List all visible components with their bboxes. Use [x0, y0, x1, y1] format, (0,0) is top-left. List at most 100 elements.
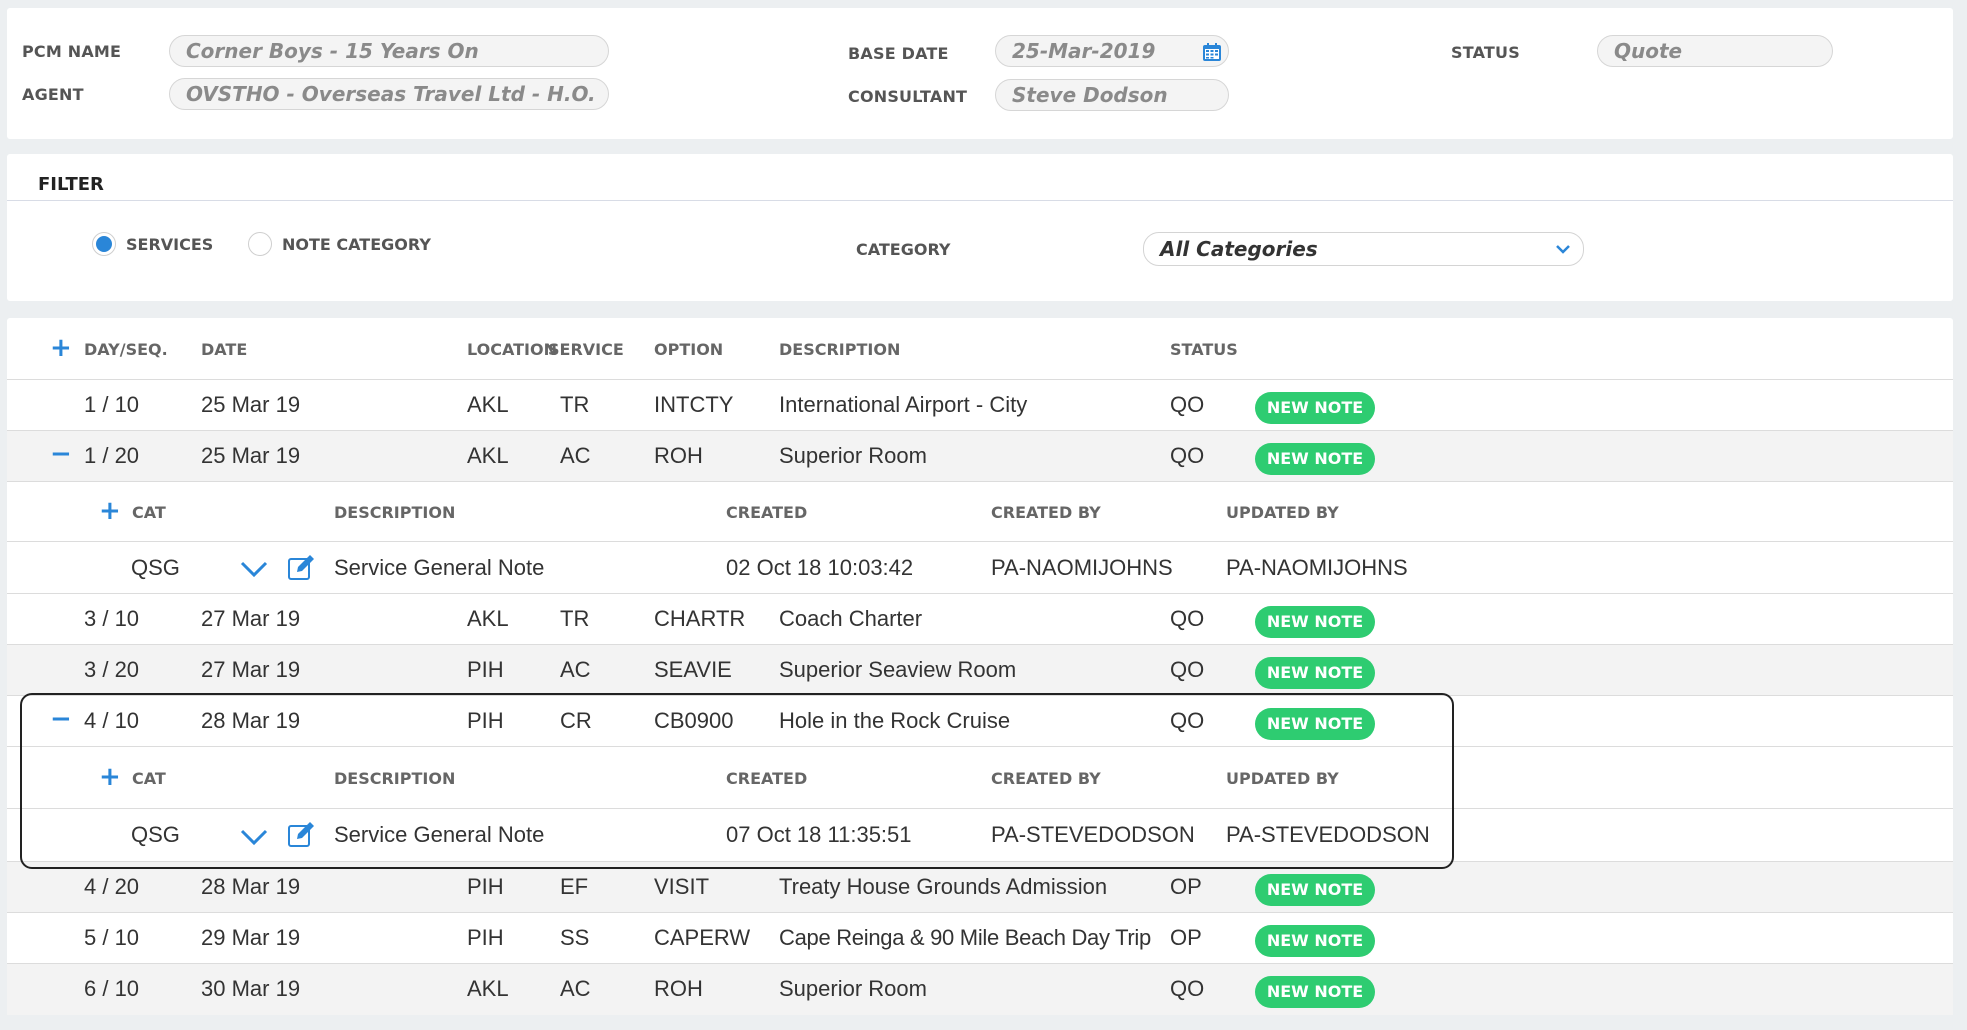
chevron-down-icon[interactable] [239, 559, 269, 579]
agent-label: AGENT [22, 85, 84, 104]
table-row[interactable]: − 1 / 20 25 Mar 19 AKL AC ROH Superior R… [7, 431, 1953, 482]
row-location: PIH [467, 708, 504, 733]
base-date-field[interactable]: 25-Mar-2019 [995, 35, 1229, 67]
row-day-seq: 3 / 10 [84, 606, 140, 631]
new-note-button[interactable]: NEW NOTE [1255, 443, 1375, 475]
row-option: CB0900 [654, 708, 734, 733]
col-status: STATUS [1170, 340, 1238, 359]
note-row[interactable]: QSG Service General Note 02 Oct 18 10:03… [7, 542, 1953, 594]
collapse-button[interactable]: − [50, 441, 72, 467]
row-status: QO [1170, 976, 1205, 1001]
row-date: 29 Mar 19 [201, 925, 301, 950]
table-row[interactable]: 1 / 10 25 Mar 19 AKL TR INTCTY Internati… [7, 380, 1953, 431]
services-radio[interactable] [92, 232, 116, 256]
row-option: CAPERW [654, 925, 751, 950]
note-header-row: + CAT DESCRIPTION CREATED CREATED BY UPD… [7, 747, 1953, 809]
row-status: QO [1170, 392, 1205, 417]
collapse-button[interactable]: − [50, 706, 72, 732]
col-day-seq: DAY/SEQ. [84, 340, 168, 359]
row-service: SS [560, 925, 590, 950]
table-row[interactable]: 5 / 10 29 Mar 19 PIH SS CAPERW Cape Rein… [7, 913, 1953, 964]
expand-all-button[interactable]: + [50, 335, 72, 361]
status-field[interactable]: Quote [1597, 35, 1833, 67]
edit-icon[interactable] [287, 821, 317, 849]
table-header-row: + DAY/SEQ. DATE LOCATION SERVICE OPTION … [7, 318, 1953, 380]
row-location: AKL [467, 606, 509, 631]
note-row[interactable]: QSG Service General Note 07 Oct 18 11:35… [7, 809, 1953, 862]
consultant-field[interactable]: Steve Dodson [995, 79, 1229, 111]
table-row[interactable]: 4 / 20 28 Mar 19 PIH EF VISIT Treaty Hou… [7, 862, 1953, 913]
table-row[interactable]: 3 / 20 27 Mar 19 PIH AC SEAVIE Superior … [7, 645, 1953, 696]
row-day-seq: 4 / 20 [84, 874, 140, 899]
row-description: Treaty House Grounds Admission [779, 874, 1108, 899]
row-date: 27 Mar 19 [201, 657, 301, 682]
row-date: 27 Mar 19 [201, 606, 301, 631]
row-date: 30 Mar 19 [201, 976, 301, 1001]
row-service: AC [560, 443, 591, 468]
category-select-value: All Categories [1160, 237, 1318, 261]
row-option: VISIT [654, 874, 710, 899]
note-category-radio-label[interactable]: NOTE CATEGORY [282, 235, 431, 254]
row-description: Cape Reinga & 90 Mile Beach Day Trip [779, 925, 1151, 950]
new-note-button[interactable]: NEW NOTE [1255, 708, 1375, 740]
row-option: INTCTY [654, 392, 734, 417]
filter-divider [7, 200, 1953, 201]
row-service: EF [560, 874, 589, 899]
note-col-updated-by: UPDATED BY [1226, 769, 1339, 788]
row-date: 28 Mar 19 [201, 874, 301, 899]
row-day-seq: 5 / 10 [84, 925, 140, 950]
new-note-button[interactable]: NEW NOTE [1255, 925, 1375, 957]
row-description: Hole in the Rock Cruise [779, 708, 1011, 733]
row-location: PIH [467, 874, 504, 899]
row-day-seq: 1 / 10 [84, 392, 140, 417]
chevron-down-icon[interactable] [239, 827, 269, 847]
row-option: ROH [654, 976, 703, 1001]
edit-icon[interactable] [287, 554, 317, 582]
col-option: OPTION [654, 340, 724, 359]
row-description: Coach Charter [779, 606, 923, 631]
row-date: 25 Mar 19 [201, 443, 301, 468]
filter-panel: FILTER SERVICES NOTE CATEGORY CATEGORY A… [7, 154, 1953, 301]
pcm-name-field[interactable]: Corner Boys - 15 Years On [169, 35, 609, 67]
table-row[interactable]: 3 / 10 27 Mar 19 AKL TR CHARTR Coach Cha… [7, 594, 1953, 645]
category-label: CATEGORY [856, 240, 951, 259]
note-category-radio[interactable] [248, 232, 272, 256]
row-location: AKL [467, 976, 509, 1001]
note-cat: QSG [131, 822, 180, 847]
services-table: + DAY/SEQ. DATE LOCATION SERVICE OPTION … [7, 318, 1953, 1015]
base-date-value: 25-Mar-2019 [1012, 39, 1156, 63]
note-header-row: + CAT DESCRIPTION CREATED CREATED BY UPD… [7, 482, 1953, 542]
row-day-seq: 3 / 20 [84, 657, 140, 682]
new-note-button[interactable]: NEW NOTE [1255, 392, 1375, 424]
table-row[interactable]: 6 / 10 30 Mar 19 AKL AC ROH Superior Roo… [7, 964, 1953, 1015]
row-description: Superior Seaview Room [779, 657, 1017, 682]
consultant-label: CONSULTANT [848, 87, 968, 106]
new-note-button[interactable]: NEW NOTE [1255, 976, 1375, 1008]
col-service: SERVICE [548, 340, 624, 359]
filter-title: FILTER [38, 174, 104, 195]
new-note-button[interactable]: NEW NOTE [1255, 657, 1375, 689]
header-panel: PCM NAME Corner Boys - 15 Years On AGENT… [7, 8, 1953, 139]
table-row[interactable]: − 4 / 10 28 Mar 19 PIH CR CB0900 Hole in… [7, 696, 1953, 747]
note-created-by: PA-STEVEDODSON [991, 822, 1195, 847]
new-note-button[interactable]: NEW NOTE [1255, 606, 1375, 638]
services-radio-label[interactable]: SERVICES [126, 235, 213, 254]
note-cat: QSG [131, 555, 180, 580]
add-note-button[interactable]: + [99, 764, 121, 790]
agent-field[interactable]: OVSTHO - Overseas Travel Ltd - H.O. [169, 78, 609, 110]
note-col-created-by: CREATED BY [991, 503, 1101, 522]
note-updated-by: PA-NAOMIJOHNS [1226, 555, 1408, 580]
row-service: AC [560, 976, 591, 1001]
note-col-description: DESCRIPTION [334, 769, 456, 788]
add-note-button[interactable]: + [99, 498, 121, 524]
calendar-icon[interactable] [1202, 42, 1222, 62]
new-note-button[interactable]: NEW NOTE [1255, 874, 1375, 906]
row-location: PIH [467, 925, 504, 950]
pcm-name-label: PCM NAME [22, 42, 122, 61]
category-select[interactable]: All Categories [1143, 232, 1584, 266]
row-location: AKL [467, 392, 509, 417]
note-created-by: PA-NAOMIJOHNS [991, 555, 1173, 580]
col-location: LOCATION [467, 340, 557, 359]
status-label: STATUS [1451, 43, 1520, 62]
col-description: DESCRIPTION [779, 340, 901, 359]
